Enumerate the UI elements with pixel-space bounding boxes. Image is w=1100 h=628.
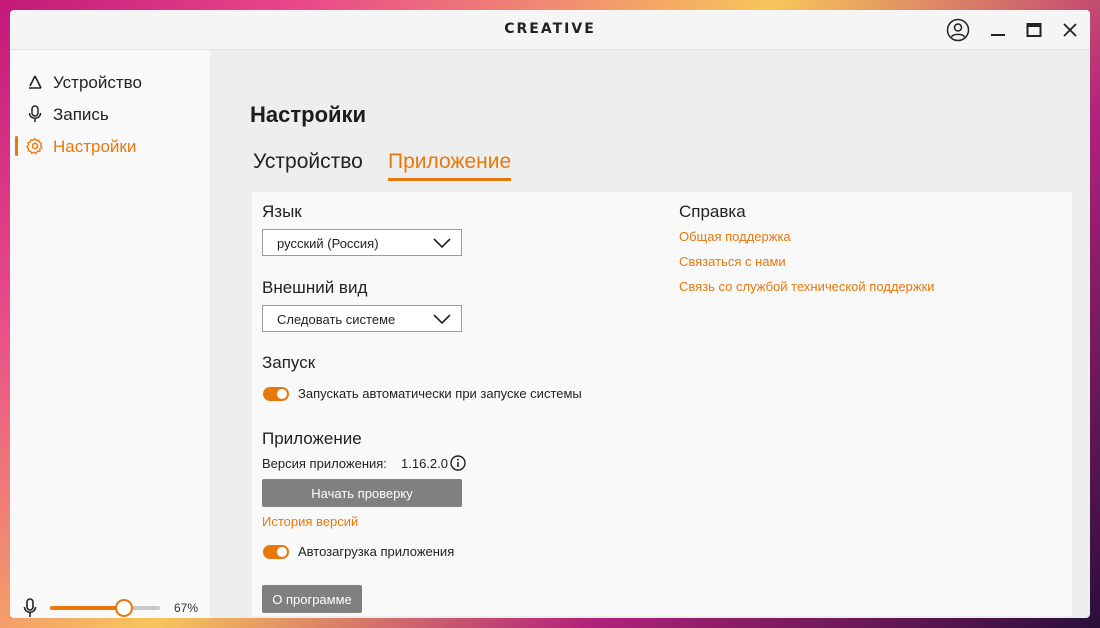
autoupdate-label: Автозагрузка приложения bbox=[298, 544, 455, 559]
main-content: Настройки Устройство Приложение Язык рус… bbox=[210, 50, 1090, 618]
tech-support-link[interactable]: Связь со службой технической поддержки bbox=[679, 279, 935, 294]
autoupdate-toggle[interactable] bbox=[263, 545, 289, 559]
close-icon bbox=[1063, 23, 1077, 37]
contact-us-link[interactable]: Связаться с нами bbox=[679, 254, 786, 269]
chevron-down-icon bbox=[433, 238, 451, 249]
mic-volume: 67% bbox=[10, 590, 210, 618]
volume-fill bbox=[50, 606, 124, 610]
language-select[interactable]: русский (Россия) bbox=[262, 229, 462, 256]
appearance-title: Внешний вид bbox=[262, 278, 368, 297]
help-title: Справка bbox=[679, 202, 746, 221]
version-history-link[interactable]: История версий bbox=[262, 514, 358, 529]
microphone-icon bbox=[26, 105, 44, 123]
volume-percent: 67% bbox=[174, 601, 199, 615]
app-window: CREATIVE Устройство Запись Настройки 67%… bbox=[10, 10, 1090, 618]
application-title: Приложение bbox=[262, 429, 362, 448]
volume-handle[interactable] bbox=[114, 599, 133, 617]
sidebar-item-label: Устройство bbox=[53, 73, 142, 92]
version-value: 1.16.2.0 bbox=[401, 456, 448, 471]
minimize-button[interactable] bbox=[985, 17, 1011, 43]
volume-slider[interactable] bbox=[50, 599, 160, 617]
active-indicator bbox=[15, 136, 18, 156]
toggle-knob bbox=[277, 389, 287, 399]
account-button[interactable] bbox=[945, 17, 971, 43]
chevron-down-icon bbox=[433, 314, 451, 325]
sidebar-item-label: Настройки bbox=[53, 137, 137, 156]
gear-icon bbox=[26, 137, 44, 155]
language-title: Язык bbox=[262, 202, 302, 221]
startup-title: Запуск bbox=[262, 353, 316, 372]
sidebar-item-settings[interactable]: Настройки bbox=[10, 132, 210, 160]
device-icon bbox=[26, 73, 44, 91]
sidebar-item-recording[interactable]: Запись bbox=[10, 100, 210, 128]
appearance-select[interactable]: Следовать системе bbox=[262, 305, 462, 332]
sidebar-item-device[interactable]: Устройство bbox=[10, 68, 210, 96]
tab-application[interactable]: Приложение bbox=[388, 150, 512, 181]
sidebar: Устройство Запись Настройки 67% bbox=[10, 50, 210, 618]
appearance-value: Следовать системе bbox=[277, 312, 396, 327]
autostart-label: Запускать автоматически при запуске сист… bbox=[298, 386, 582, 401]
tab-device[interactable]: Устройство bbox=[253, 150, 363, 178]
autostart-toggle[interactable] bbox=[263, 387, 289, 401]
about-button[interactable]: О программе bbox=[262, 585, 362, 613]
maximize-button[interactable] bbox=[1021, 17, 1047, 43]
version-label: Версия приложения: bbox=[262, 456, 387, 471]
minimize-icon bbox=[991, 34, 1005, 36]
settings-panel: Язык русский (Россия) Внешний вид Следов… bbox=[252, 192, 1072, 616]
maximize-icon bbox=[1026, 23, 1042, 37]
general-support-link[interactable]: Общая поддержка bbox=[679, 229, 791, 244]
sidebar-item-label: Запись bbox=[53, 105, 109, 124]
brand-logo: CREATIVE bbox=[504, 21, 596, 37]
close-button[interactable] bbox=[1057, 17, 1083, 43]
language-value: русский (Россия) bbox=[277, 236, 379, 251]
microphone-icon bbox=[22, 598, 38, 618]
account-icon bbox=[946, 18, 970, 42]
title-bar: CREATIVE bbox=[10, 10, 1090, 50]
info-icon[interactable] bbox=[450, 455, 466, 471]
page-title: Настройки bbox=[250, 102, 367, 127]
toggle-knob bbox=[277, 547, 287, 557]
check-updates-button[interactable]: Начать проверку bbox=[262, 479, 462, 507]
